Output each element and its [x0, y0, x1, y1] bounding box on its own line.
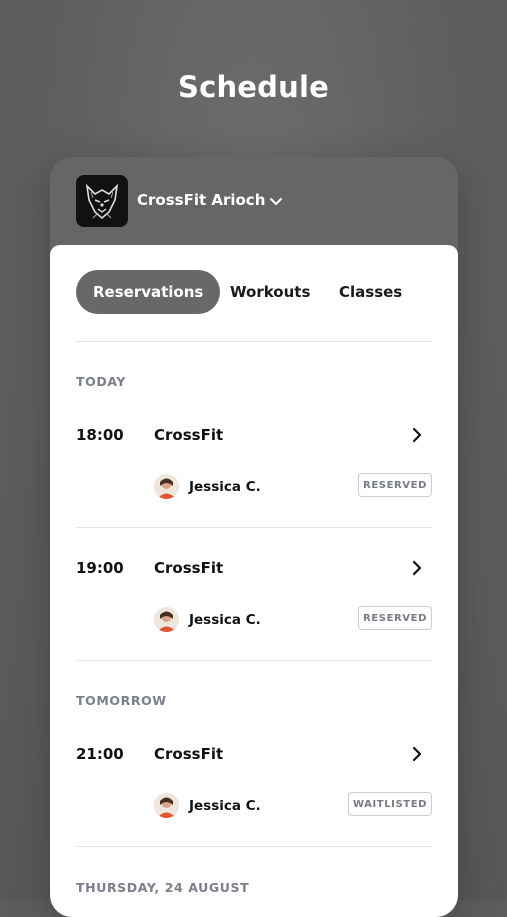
gym-switcher[interactable]: CrossFit Arioch: [50, 157, 458, 245]
section-label-tomorrow: TOMORROW: [76, 693, 167, 708]
avatar: [154, 607, 179, 632]
class-name: CrossFit: [154, 426, 224, 444]
page-title: Schedule: [177, 70, 329, 104]
schedule-card: CrossFit Arioch Reservations Workouts Cl…: [50, 157, 458, 917]
reservation-time: 21:00: [76, 745, 124, 763]
divider: [76, 846, 432, 847]
person-name: Jessica C.: [189, 798, 261, 814]
reservation-time: 18:00: [76, 426, 124, 444]
status-badge: RESERVED: [358, 606, 432, 630]
avatar: [154, 793, 179, 818]
divider: [76, 660, 432, 661]
status-badge: RESERVED: [358, 473, 432, 497]
tab-reservations[interactable]: Reservations: [76, 270, 221, 314]
tab-classes[interactable]: Classes: [339, 270, 402, 314]
tab-bar: Reservations Workouts Classes: [76, 270, 436, 314]
class-name: CrossFit: [154, 745, 224, 763]
schedule-panel: Reservations Workouts Classes TODAY 18:0…: [50, 245, 458, 917]
divider: [76, 341, 432, 342]
chevron-right-icon[interactable]: [410, 560, 424, 576]
class-name: CrossFit: [154, 559, 224, 577]
section-label-today: TODAY: [76, 374, 127, 389]
avatar: [154, 474, 179, 499]
status-badge: WAITLISTED: [348, 792, 432, 816]
section-label-thursday: THURSDAY, 24 AUGUST: [76, 880, 250, 895]
chevron-right-icon[interactable]: [410, 746, 424, 762]
divider: [76, 527, 432, 528]
wolf-logo-icon: [76, 175, 128, 227]
chevron-right-icon[interactable]: [410, 427, 424, 443]
gym-name[interactable]: CrossFit Arioch: [137, 191, 265, 209]
reservation-time: 19:00: [76, 559, 124, 577]
chevron-down-icon[interactable]: [268, 193, 284, 209]
person-name: Jessica C.: [189, 479, 261, 495]
tab-workouts[interactable]: Workouts: [230, 270, 310, 314]
person-name: Jessica C.: [189, 612, 261, 628]
